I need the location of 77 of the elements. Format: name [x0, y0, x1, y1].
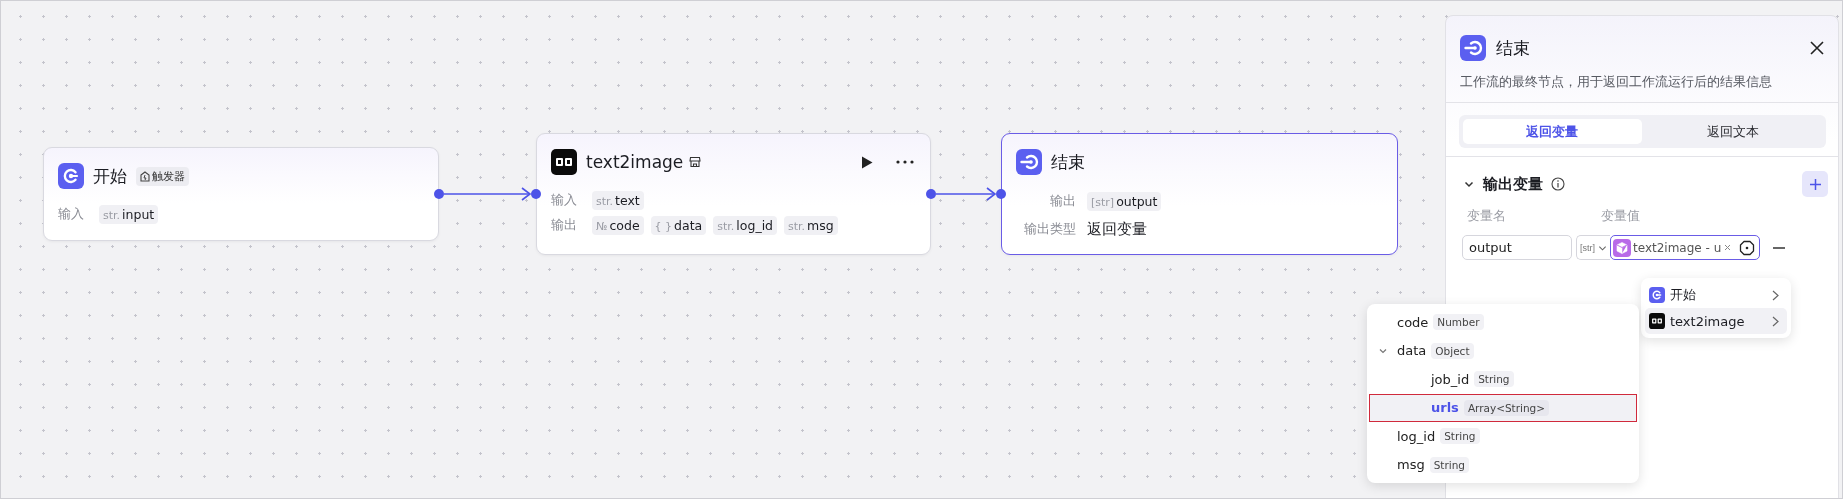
field-option[interactable]: urls Array<String>: [1369, 393, 1637, 422]
row-label: 输出类型: [1023, 220, 1076, 238]
field-name: job_id: [1431, 371, 1470, 387]
field-name: log_id: [1397, 428, 1436, 444]
clear-icon[interactable]: [1724, 244, 1732, 251]
app-logo-icon: [1649, 313, 1665, 329]
variable-tag: str. msg: [784, 215, 838, 235]
variable-reference-field[interactable]: text2image - u: [1610, 235, 1760, 260]
more-icon[interactable]: [896, 160, 914, 164]
field-name: msg: [1397, 457, 1425, 473]
start-icon: [1649, 287, 1665, 303]
field-name: code: [1397, 314, 1429, 330]
field-option[interactable]: data Object: [1369, 336, 1637, 365]
type-tag: Object: [1431, 342, 1474, 359]
chevron-right-icon: [1772, 289, 1779, 301]
plus-icon: [1808, 177, 1822, 191]
field-name: urls: [1431, 400, 1459, 416]
connection-handle[interactable]: [996, 189, 1006, 199]
field-name: data: [1397, 343, 1427, 359]
chevron-right-icon: [1772, 315, 1779, 327]
option-label: text2image: [1670, 313, 1745, 329]
column-header: 变量值: [1601, 208, 1640, 225]
connection-handle[interactable]: [926, 189, 936, 199]
option-label: 开始: [1670, 286, 1696, 304]
row-label: 输出: [1049, 192, 1076, 210]
cube-icon: [1613, 238, 1631, 257]
variable-tag: { } data: [650, 215, 707, 235]
app-logo-icon: [551, 149, 577, 175]
connection-handle[interactable]: [531, 189, 541, 199]
field-option[interactable]: log_id String: [1369, 422, 1637, 451]
connector-arrow: [935, 187, 997, 201]
type-tag: String: [1474, 371, 1514, 388]
close-icon[interactable]: [1810, 41, 1824, 55]
variable-tag: str. log_id: [713, 215, 778, 235]
variable-name-field[interactable]: output: [1462, 235, 1572, 260]
remove-icon[interactable]: [1773, 246, 1785, 249]
node-option[interactable]: 开始: [1645, 282, 1787, 308]
node-title: 开始: [93, 164, 127, 188]
reference-text: text2image - u: [1633, 240, 1722, 255]
add-button[interactable]: [1802, 171, 1828, 197]
start-icon: [58, 163, 84, 189]
field-option[interactable]: msg String: [1369, 450, 1637, 479]
type-select[interactable]: [str]: [1576, 235, 1610, 260]
target-icon[interactable]: [1739, 239, 1755, 256]
node-title: text2image: [586, 152, 684, 172]
workflow-node[interactable]: 开始 触发器 输入 str. input: [43, 147, 439, 241]
tab[interactable]: 返回变量: [1463, 119, 1642, 144]
type-tag: Number: [1433, 314, 1484, 331]
end-icon: [1016, 149, 1042, 175]
type-tag: String: [1440, 428, 1480, 445]
panel-description: 工作流的最终节点，用于返回工作流运行后的结果信息: [1459, 73, 1773, 91]
end-icon: [1460, 35, 1486, 61]
column-header: 变量名: [1467, 208, 1507, 225]
node-option[interactable]: text2image: [1645, 308, 1787, 334]
field-option[interactable]: job_id String: [1369, 365, 1637, 394]
trigger-badge: 触发器: [136, 166, 189, 186]
tab[interactable]: 返回文本: [1643, 119, 1822, 144]
variable-tag: str. text: [592, 190, 644, 210]
type-tag: String: [1429, 456, 1470, 473]
row-label: 输入: [58, 205, 85, 223]
variable-tag: str. input: [99, 204, 159, 224]
play-icon[interactable]: [861, 155, 873, 169]
variable-tag: № code: [592, 215, 644, 235]
type-tag: Array<String>: [1463, 399, 1550, 416]
store-icon: [689, 156, 702, 168]
row-value: 返回变量: [1087, 219, 1147, 239]
info-icon[interactable]: [1551, 177, 1565, 191]
variable-tag: [str] output: [1087, 191, 1162, 211]
section-title: 输出变量: [1483, 174, 1543, 194]
node-title: 结束: [1051, 150, 1085, 174]
row-label: 输出: [551, 216, 578, 234]
field-option[interactable]: code Number: [1369, 308, 1637, 337]
workflow-node[interactable]: text2image 输入 str. text 输出 № code { } data str. log_id str. msg: [536, 133, 931, 255]
workflow-node[interactable]: 结束 输出 [str] output 输出类型 返回变量: [1001, 133, 1398, 255]
row-label: 输入: [551, 191, 578, 209]
connection-handle[interactable]: [434, 189, 444, 199]
panel-title: 结束: [1496, 36, 1530, 60]
